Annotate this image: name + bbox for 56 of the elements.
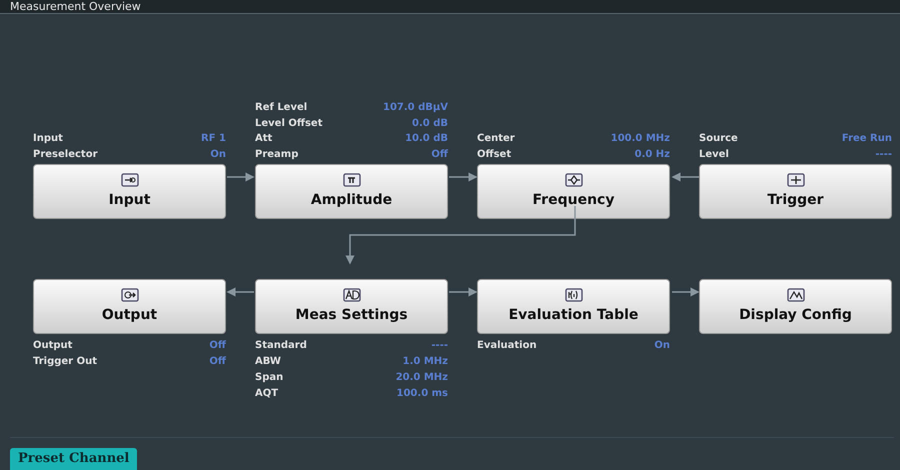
connector-arrow (449, 288, 478, 296)
parameter-label: Center (477, 132, 515, 146)
parameter-value: Off (209, 354, 226, 368)
parameter-label: Ref Level (255, 101, 308, 116)
parameter-value: On (210, 148, 226, 162)
connector-arrow (672, 288, 700, 296)
parameter-label: Source (699, 132, 738, 146)
block-button[interactable]: Evaluation Table (477, 279, 670, 334)
parameter-value: 0.0 Hz (634, 148, 670, 162)
parameter-label: Preselector (33, 148, 98, 162)
parameter-value: Off (431, 148, 448, 162)
output-icon (120, 288, 138, 302)
parameter-label: Offset (477, 148, 512, 162)
parameter-label: Att (255, 132, 272, 146)
parameter-label: Level Offset (255, 116, 322, 131)
parameter-value: ---- (431, 338, 448, 352)
parameter-label: Preamp (255, 148, 298, 162)
parameter-value: 20.0 MHz (396, 370, 448, 384)
parameter-value: Free Run (842, 132, 892, 146)
parameter-label: Evaluation (477, 338, 537, 352)
parameter-value: 100.0 MHz (610, 132, 670, 146)
parameter-label: Input (33, 132, 63, 146)
analog-digital-icon (342, 288, 360, 302)
parameter-label: Level (699, 148, 729, 162)
parameter-label: AQT (255, 386, 278, 400)
input-icon (120, 172, 138, 186)
block-button[interactable]: Frequency (477, 164, 670, 219)
pi-icon (342, 172, 360, 186)
parameter-label: Standard (255, 338, 307, 352)
connector-arrow (449, 172, 478, 182)
parameter-value: On (654, 338, 670, 352)
block-button[interactable]: Amplitude (255, 164, 448, 219)
block-button[interactable]: Input (33, 164, 226, 219)
parameter-label: ABW (255, 354, 281, 368)
parameter-value: RF 1 (201, 132, 226, 146)
parameter-label: Trigger Out (33, 354, 97, 368)
parameter-value: Off (209, 338, 226, 352)
preset-channel-button[interactable]: Preset Channel (10, 448, 138, 470)
diamond-icon (564, 172, 582, 186)
parameter-value: 1.0 MHz (402, 354, 448, 368)
connector-arrow (227, 172, 254, 182)
connector-arrow (672, 172, 699, 182)
parameter-value: ---- (875, 148, 892, 162)
block-button[interactable]: Display Config (699, 279, 892, 334)
block-button[interactable]: Trigger (699, 164, 892, 219)
display-icon (786, 288, 804, 302)
parameter-value: 107.0 dBµV (383, 101, 448, 116)
window-title: Measurement Overview (10, 1, 141, 12)
block-button[interactable]: Meas Settings (255, 279, 448, 334)
connector-arrow (226, 288, 254, 296)
parameter-label: Output (33, 338, 72, 352)
block-button[interactable]: Output (33, 279, 226, 334)
parameter-value: 10.0 dB (405, 132, 448, 146)
parameter-label: Span (255, 370, 284, 384)
parameter-value: 0.0 dB (412, 116, 448, 131)
parameter-value: 100.0 ms (396, 386, 448, 400)
